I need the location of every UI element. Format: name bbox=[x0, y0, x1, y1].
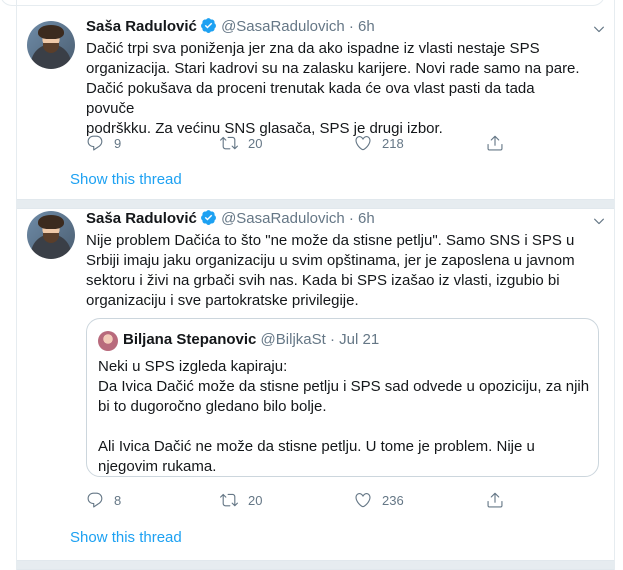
tweet-text-line: Srbiji imaju jaku organizaciju u svim op… bbox=[86, 252, 575, 269]
quoted-text-line: bi to dugoročno gledano bilo bolje. bbox=[98, 398, 327, 415]
retweet-button[interactable]: 20 bbox=[220, 133, 262, 153]
avatar-beard bbox=[43, 43, 59, 53]
retweet-icon bbox=[220, 136, 238, 150]
timestamp[interactable]: 6h bbox=[358, 18, 375, 35]
quoted-author-name: Biljana Stepanovic bbox=[123, 331, 257, 348]
retweet-icon bbox=[220, 493, 238, 507]
tweet-text-line: Dačić trpi sva poniženja jer zna da ako … bbox=[86, 40, 540, 57]
tweet-actions: 9 20 218 bbox=[86, 133, 506, 153]
reply-count: 9 bbox=[114, 135, 122, 151]
tweet-text: Nije problem Dačića to što "ne može da s… bbox=[86, 231, 586, 311]
quoted-author-handle: @BiljkaSt bbox=[260, 331, 326, 348]
separator-dot: · bbox=[348, 210, 354, 227]
verified-badge-icon bbox=[200, 18, 216, 33]
quoted-text-line: Da Ivica Dačić može da stisne petlju i S… bbox=[98, 378, 590, 395]
heart-icon bbox=[355, 136, 371, 151]
retweet-count: 20 bbox=[248, 135, 263, 151]
like-count: 218 bbox=[382, 135, 404, 151]
tweet-text-line: Dačić pokušava da proceni trenutak kada … bbox=[86, 80, 535, 117]
quoted-text-line: Ali Ivica Dačić ne može da stisne petlju… bbox=[98, 438, 535, 455]
tweet-header: Saša Radulović @SasaRadulovich · 6h bbox=[86, 209, 375, 229]
avatar-hair bbox=[38, 25, 64, 39]
quoted-text-line: Neki u SPS izgleda kapiraju: bbox=[98, 358, 288, 375]
author-handle[interactable]: @SasaRadulovich bbox=[221, 18, 345, 35]
reply-count: 8 bbox=[114, 492, 122, 508]
author-handle[interactable]: @SasaRadulovich bbox=[221, 210, 345, 227]
reply-icon bbox=[87, 492, 103, 508]
timestamp[interactable]: 6h bbox=[358, 210, 375, 227]
show-thread-link[interactable]: Show this thread bbox=[70, 170, 182, 190]
reply-icon bbox=[87, 135, 103, 151]
reply-button[interactable]: 8 bbox=[86, 490, 121, 510]
tweet-text-line: sektoru i živi na grbači svih nas. Kada … bbox=[86, 272, 560, 289]
tweet-text-line: organizaciju i sve partokratske privileg… bbox=[86, 292, 359, 309]
show-thread-link[interactable]: Show this thread bbox=[70, 528, 182, 548]
avatar[interactable] bbox=[27, 21, 75, 69]
chevron-down-icon[interactable] bbox=[592, 214, 606, 228]
like-count: 236 bbox=[382, 492, 404, 508]
tweet-text: Dačić trpi sva poniženja jer zna da ako … bbox=[86, 39, 586, 139]
like-button[interactable]: 218 bbox=[354, 133, 404, 153]
avatar[interactable] bbox=[27, 211, 75, 259]
share-icon bbox=[487, 135, 503, 151]
tweet-text-line: Nije problem Dačića to što "ne može da s… bbox=[86, 232, 575, 249]
reply-button[interactable]: 9 bbox=[86, 133, 121, 153]
tweet-header: Saša Radulović @SasaRadulovich · 6h bbox=[86, 17, 375, 37]
verified-badge-icon bbox=[200, 210, 216, 225]
separator-dot: · bbox=[329, 331, 335, 348]
tweet-separator bbox=[17, 560, 614, 570]
quoted-tweet-text: Neki u SPS izgleda kapiraju: Da Ivica Da… bbox=[98, 357, 590, 477]
like-button[interactable]: 236 bbox=[354, 490, 404, 510]
separator-dot: · bbox=[348, 18, 354, 35]
quoted-tweet-header: Biljana Stepanovic @BiljkaSt · Jul 21 bbox=[123, 330, 379, 350]
chevron-down-icon[interactable] bbox=[592, 22, 606, 36]
retweet-count: 20 bbox=[248, 492, 263, 508]
tweet-text-line: organizacija. Stari kadrovi su na zalask… bbox=[86, 60, 580, 77]
quoted-tweet[interactable]: Biljana Stepanovic @BiljkaSt · Jul 21 Ne… bbox=[86, 318, 599, 477]
author-name[interactable]: Saša Radulović bbox=[86, 210, 197, 227]
quoted-text-line: njegovim rukama. bbox=[98, 458, 217, 475]
quoted-timestamp: Jul 21 bbox=[339, 331, 380, 348]
retweet-button[interactable]: 20 bbox=[220, 490, 262, 510]
share-icon bbox=[487, 492, 503, 508]
avatar-beard bbox=[43, 233, 59, 243]
share-button[interactable] bbox=[486, 133, 504, 153]
tweet-actions: 8 20 236 bbox=[86, 490, 506, 510]
tweet[interactable]: Saša Radulović @SasaRadulovich · 6h Nije… bbox=[17, 205, 614, 510]
quoted-avatar[interactable] bbox=[98, 331, 118, 351]
share-button[interactable] bbox=[486, 490, 504, 510]
author-name[interactable]: Saša Radulović bbox=[86, 18, 197, 35]
heart-icon bbox=[355, 493, 371, 508]
tweet[interactable]: Saša Radulović @SasaRadulovich · 6h Dači… bbox=[17, 8, 614, 152]
avatar-hair bbox=[38, 215, 64, 229]
